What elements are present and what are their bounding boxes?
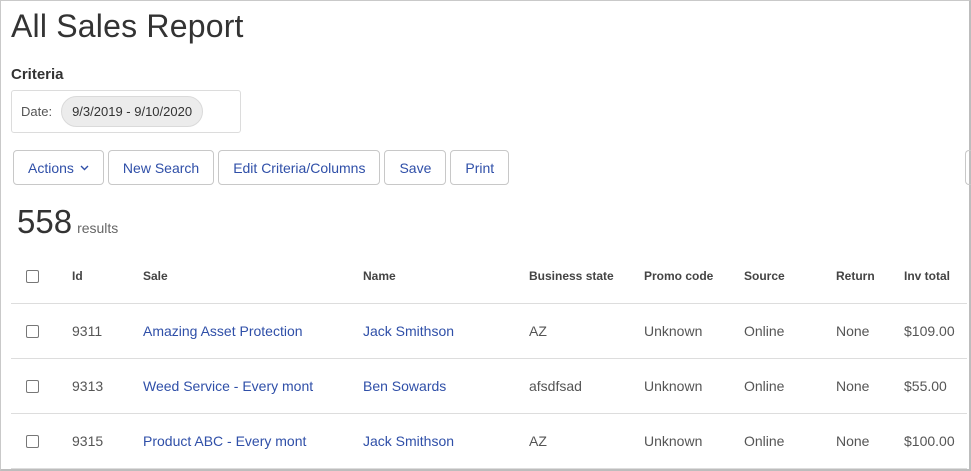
actions-button[interactable]: Actions [13, 150, 104, 185]
actions-button-label: Actions [28, 159, 74, 176]
row-select-cell [11, 413, 72, 469]
cell-inv-total: $55.00 [904, 358, 967, 414]
table-row: 9315 Product ABC - Every mont Jack Smith… [11, 413, 967, 469]
row-select-cell [11, 303, 72, 359]
table-header-row: Id Sale Name Business state Promo code S… [11, 250, 967, 304]
date-label: Date: [21, 104, 53, 119]
cell-promo-code: Unknown [644, 413, 744, 469]
cell-sale-link[interactable]: Amazing Asset Protection [143, 303, 363, 359]
header-id[interactable]: Id [72, 250, 143, 304]
save-button[interactable]: Save [384, 150, 447, 185]
row-checkbox[interactable] [26, 435, 39, 449]
header-business-state[interactable]: Business state [529, 250, 644, 304]
header-sale[interactable]: Sale [143, 250, 363, 304]
new-search-button[interactable]: New Search [107, 150, 215, 185]
edit-criteria-columns-button[interactable]: Edit Criteria/Columns [218, 150, 381, 185]
header-name[interactable]: Name [363, 250, 529, 304]
cell-promo-code: Unknown [644, 358, 744, 414]
cell-name-link[interactable]: Jack Smithson [363, 303, 529, 359]
cell-id: 9315 [72, 413, 143, 469]
sales-table: Id Sale Name Business state Promo code S… [11, 250, 967, 469]
cell-business-state: afsdfsad [529, 358, 644, 414]
select-all-cell [11, 250, 72, 304]
row-checkbox[interactable] [26, 325, 39, 339]
criteria-heading: Criteria [11, 66, 64, 83]
select-all-checkbox[interactable] [26, 270, 39, 284]
cell-return: None [836, 358, 904, 414]
cell-return: None [836, 303, 904, 359]
toolbar-overflow-button[interactable] [965, 150, 971, 185]
header-source[interactable]: Source [744, 250, 836, 304]
cell-source: Online [744, 303, 836, 359]
cell-id: 9313 [72, 358, 143, 414]
table-row: 9313 Weed Service - Every mont Ben Sowar… [11, 358, 967, 414]
print-button[interactable]: Print [450, 150, 510, 185]
table-row: 9311 Amazing Asset Protection Jack Smith… [11, 303, 967, 359]
cell-id: 9311 [72, 303, 143, 359]
cell-source: Online [744, 413, 836, 469]
cell-return: None [836, 413, 904, 469]
date-range-pill[interactable]: 9/3/2019 - 9/10/2020 [61, 96, 204, 127]
toolbar: Actions New Search Edit Criteria/Columns… [13, 150, 510, 185]
cell-inv-total: $109.00 [904, 303, 967, 359]
cell-business-state: AZ [529, 413, 644, 469]
cell-source: Online [744, 358, 836, 414]
chevron-down-icon [80, 165, 89, 171]
cell-inv-total: $100.00 [904, 413, 967, 469]
cell-sale-link[interactable]: Product ABC - Every mont [143, 413, 363, 469]
row-checkbox[interactable] [26, 380, 39, 394]
criteria-panel: Date: 9/3/2019 - 9/10/2020 [11, 90, 241, 133]
cell-promo-code: Unknown [644, 303, 744, 359]
results-label: results [77, 220, 119, 236]
cell-name-link[interactable]: Jack Smithson [363, 413, 529, 469]
cell-sale-link[interactable]: Weed Service - Every mont [143, 358, 363, 414]
results-count: 558 [17, 203, 73, 240]
results-summary: 558 results [17, 203, 118, 241]
header-inv-total[interactable]: Inv total [904, 250, 967, 304]
page-title: All Sales Report [11, 8, 244, 44]
header-promo-code[interactable]: Promo code [644, 250, 744, 304]
row-select-cell [11, 358, 72, 414]
cell-business-state: AZ [529, 303, 644, 359]
cell-name-link[interactable]: Ben Sowards [363, 358, 529, 414]
header-return[interactable]: Return [836, 250, 904, 304]
